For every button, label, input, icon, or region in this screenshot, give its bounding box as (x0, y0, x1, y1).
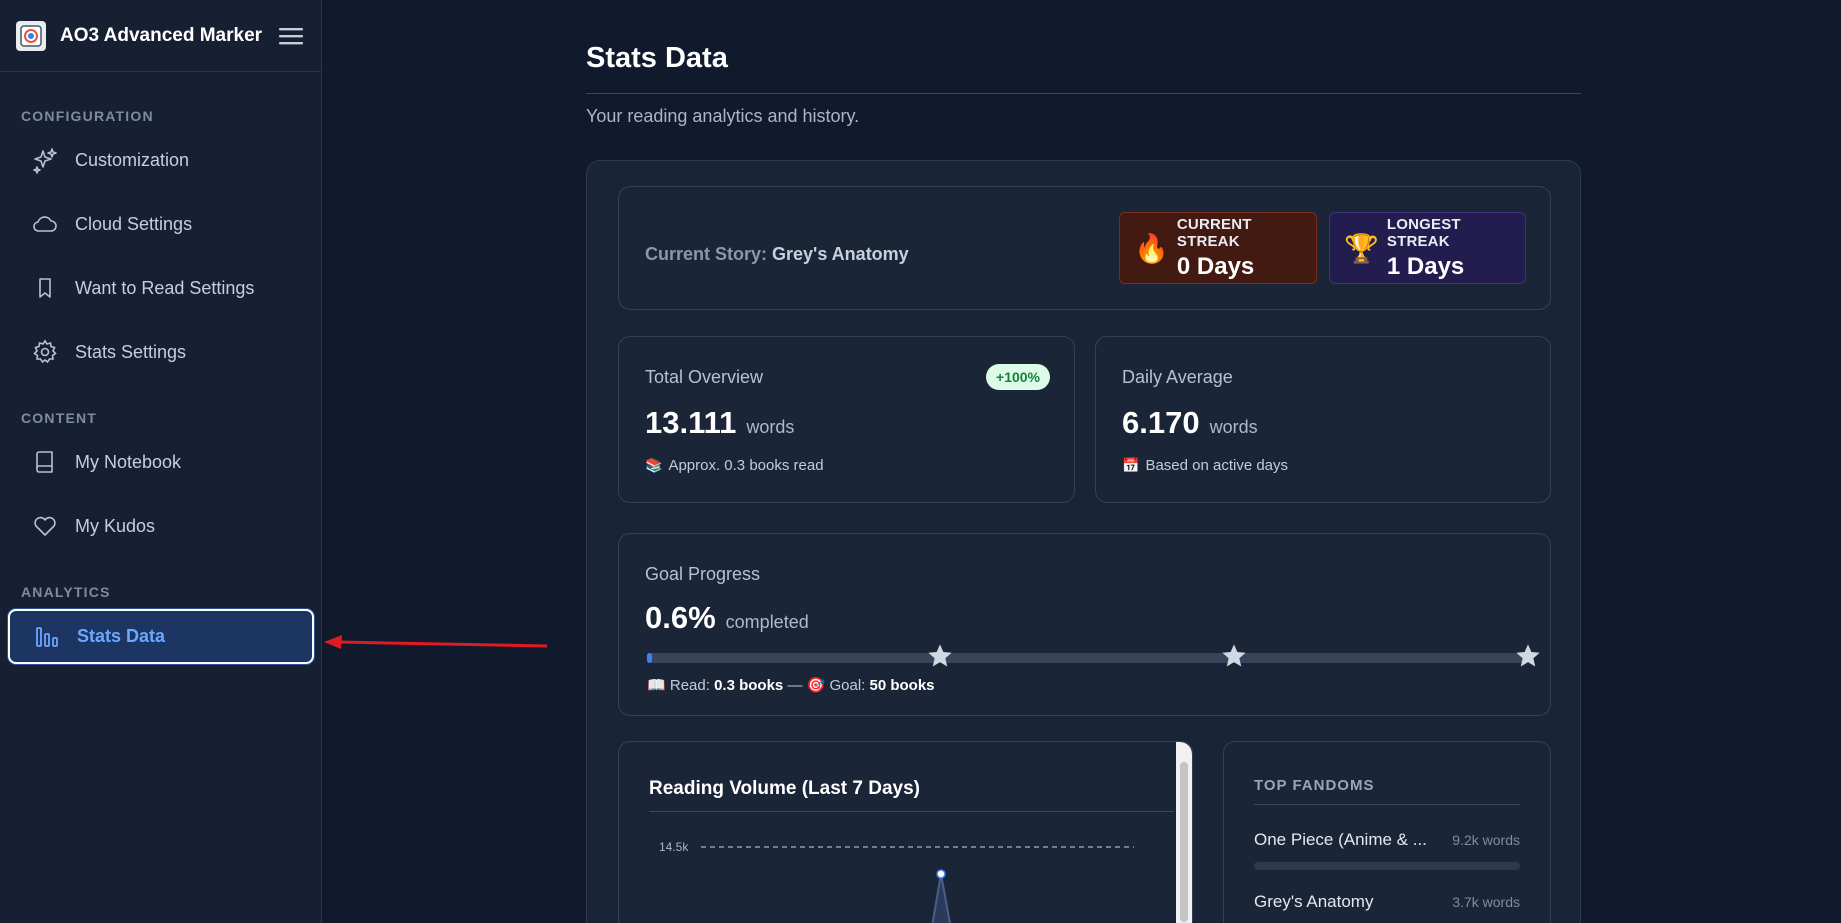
current-streak-label: CURRENT STREAK (1176, 215, 1252, 250)
books-read-note: 📚 Approx. 0.3 books read (645, 457, 824, 474)
goal-target-value: 50 books (869, 677, 935, 694)
sparkles-icon (30, 145, 60, 175)
growth-badge: +100% (986, 364, 1050, 390)
daily-average: 6.170 words (1122, 405, 1258, 441)
milestone-star-icon (928, 644, 952, 667)
current-story-label: Current Story: (645, 244, 768, 264)
trophy-icon: 🏆 (1344, 232, 1379, 264)
title-divider (586, 93, 1581, 94)
notebook-icon (30, 447, 60, 477)
brand-header: AO3 Advanced Marker (0, 0, 321, 72)
total-overview-card: Total Overview +100% 13.111 words 📚 Appr… (618, 336, 1075, 503)
longest-streak-label: LONGEST STREAK (1386, 215, 1461, 250)
hamburger-menu-icon[interactable] (277, 22, 305, 50)
fandom-name: Grey's Anatomy (1254, 892, 1374, 911)
page-subtitle: Your reading analytics and history. (586, 106, 860, 126)
fandom-word-count: 9.2k words (1452, 832, 1520, 848)
daily-average-unit: words (1209, 417, 1258, 437)
total-words-value: 13.111 (645, 405, 737, 440)
goal-progress-fill (647, 653, 653, 663)
sidebar-item-cloud-settings[interactable]: Cloud Settings (8, 198, 314, 250)
current-streak-value: 0 Days (1176, 252, 1255, 280)
active-days-note: 📅 Based on active days (1122, 457, 1289, 474)
fandom-item[interactable]: One Piece (Anime & ... 9.2k words (1254, 830, 1520, 870)
total-words: 13.111 words (645, 405, 794, 441)
top-fandoms-title: TOP FANDOMS (1254, 777, 1375, 794)
reading-volume-chart: 14.5k (659, 840, 1134, 923)
sidebar-item-stats-data[interactable]: Stats Data (8, 609, 314, 664)
chart-scrollbar[interactable] (1176, 742, 1192, 923)
chart-title: Reading Volume (Last 7 Days) (649, 778, 920, 799)
sidebar-item-want-to-read-settings[interactable]: Want to Read Settings (8, 262, 314, 314)
goal-read-value: 0.3 books (714, 677, 784, 694)
bookmark-icon (30, 273, 60, 303)
stats-container: Current Story: Grey's Anatomy 🔥 CURRENT … (586, 160, 1581, 923)
milestone-star-icon (1222, 644, 1246, 667)
goal-percent: 0.6% completed (645, 600, 809, 636)
fandom-item[interactable]: Grey's Anatomy 3.7k words (1254, 892, 1520, 917)
goal-percent-unit: completed (725, 612, 809, 632)
book-icon: 📖 (647, 677, 666, 694)
section-title-content: CONTENT (21, 410, 98, 426)
story-streak-card: Current Story: Grey's Anatomy 🔥 CURRENT … (618, 186, 1551, 310)
current-story: Current Story: Grey's Anatomy (645, 244, 909, 265)
longest-streak-value: 1 Days (1386, 252, 1465, 280)
y-tick-label: 14.5k (659, 840, 689, 854)
longest-streak-badge: 🏆 LONGEST STREAK 1 Days (1329, 212, 1526, 284)
milestone-star-icon (1516, 644, 1540, 667)
sidebar: AO3 Advanced Marker CONFIGURATION Custom… (0, 0, 322, 923)
heart-icon (30, 511, 60, 541)
sidebar-item-label: My Kudos (75, 515, 156, 536)
page-title: Stats Data (586, 42, 728, 74)
sidebar-item-customization[interactable]: Customization (8, 134, 314, 186)
sidebar-item-label: Cloud Settings (75, 213, 193, 234)
fandoms-divider (1254, 804, 1520, 805)
total-words-unit: words (746, 417, 795, 437)
sidebar-item-stats-settings[interactable]: Stats Settings (8, 326, 314, 378)
sidebar-item-my-notebook[interactable]: My Notebook (8, 436, 314, 488)
fandom-word-count: 3.7k words (1452, 894, 1520, 910)
app-logo (16, 20, 46, 51)
section-title-analytics: ANALYTICS (21, 584, 111, 600)
scrollbar-thumb[interactable] (1180, 762, 1188, 922)
flame-icon: 🔥 (1134, 232, 1169, 264)
goal-progress-label: Goal Progress (645, 564, 761, 584)
sidebar-item-label: Customization (75, 149, 190, 170)
data-point (936, 869, 946, 879)
top-fandoms-card: TOP FANDOMS One Piece (Anime & ... 9.2k … (1223, 741, 1551, 923)
sidebar-item-my-kudos[interactable]: My Kudos (8, 500, 314, 552)
calendar-icon: 📅 (1122, 457, 1140, 473)
gear-icon (30, 337, 60, 367)
sidebar-item-label: Stats Data (77, 626, 166, 646)
fandom-bar (1254, 862, 1520, 870)
sidebar-item-label: My Notebook (75, 451, 182, 472)
daily-average-value: 6.170 (1122, 405, 1200, 440)
daily-average-label: Daily Average (1122, 367, 1233, 387)
books-icon: 📚 (645, 457, 663, 473)
goal-summary: 📖 Read: 0.3 books — 🎯 Goal: 50 books (647, 677, 935, 694)
annotation-arrow (324, 635, 548, 649)
cloud-icon (30, 209, 60, 239)
sidebar-item-label: Want to Read Settings (75, 277, 255, 298)
chart-divider (649, 811, 1174, 812)
reading-volume-card: Reading Volume (Last 7 Days) 14.5k (618, 741, 1193, 923)
goal-progress-bar (647, 653, 1529, 663)
target-icon: 🎯 (806, 677, 826, 694)
series-line (931, 873, 951, 923)
bar-chart-icon (32, 622, 62, 652)
goal-progress-card: Goal Progress 0.6% completed 📖 Read: 0.3… (618, 533, 1551, 716)
sidebar-item-label: Stats Settings (75, 341, 187, 362)
total-overview-label: Total Overview (645, 367, 764, 387)
daily-average-card: Daily Average 6.170 words 📅 Based on act… (1095, 336, 1551, 503)
section-title-configuration: CONFIGURATION (21, 108, 154, 124)
goal-percent-value: 0.6% (645, 600, 716, 635)
fandom-name: One Piece (Anime & ... (1254, 830, 1427, 849)
app-title: AO3 Advanced Marker (60, 24, 263, 46)
current-story-value: Grey's Anatomy (772, 244, 909, 264)
current-streak-badge: 🔥 CURRENT STREAK 0 Days (1119, 212, 1317, 284)
